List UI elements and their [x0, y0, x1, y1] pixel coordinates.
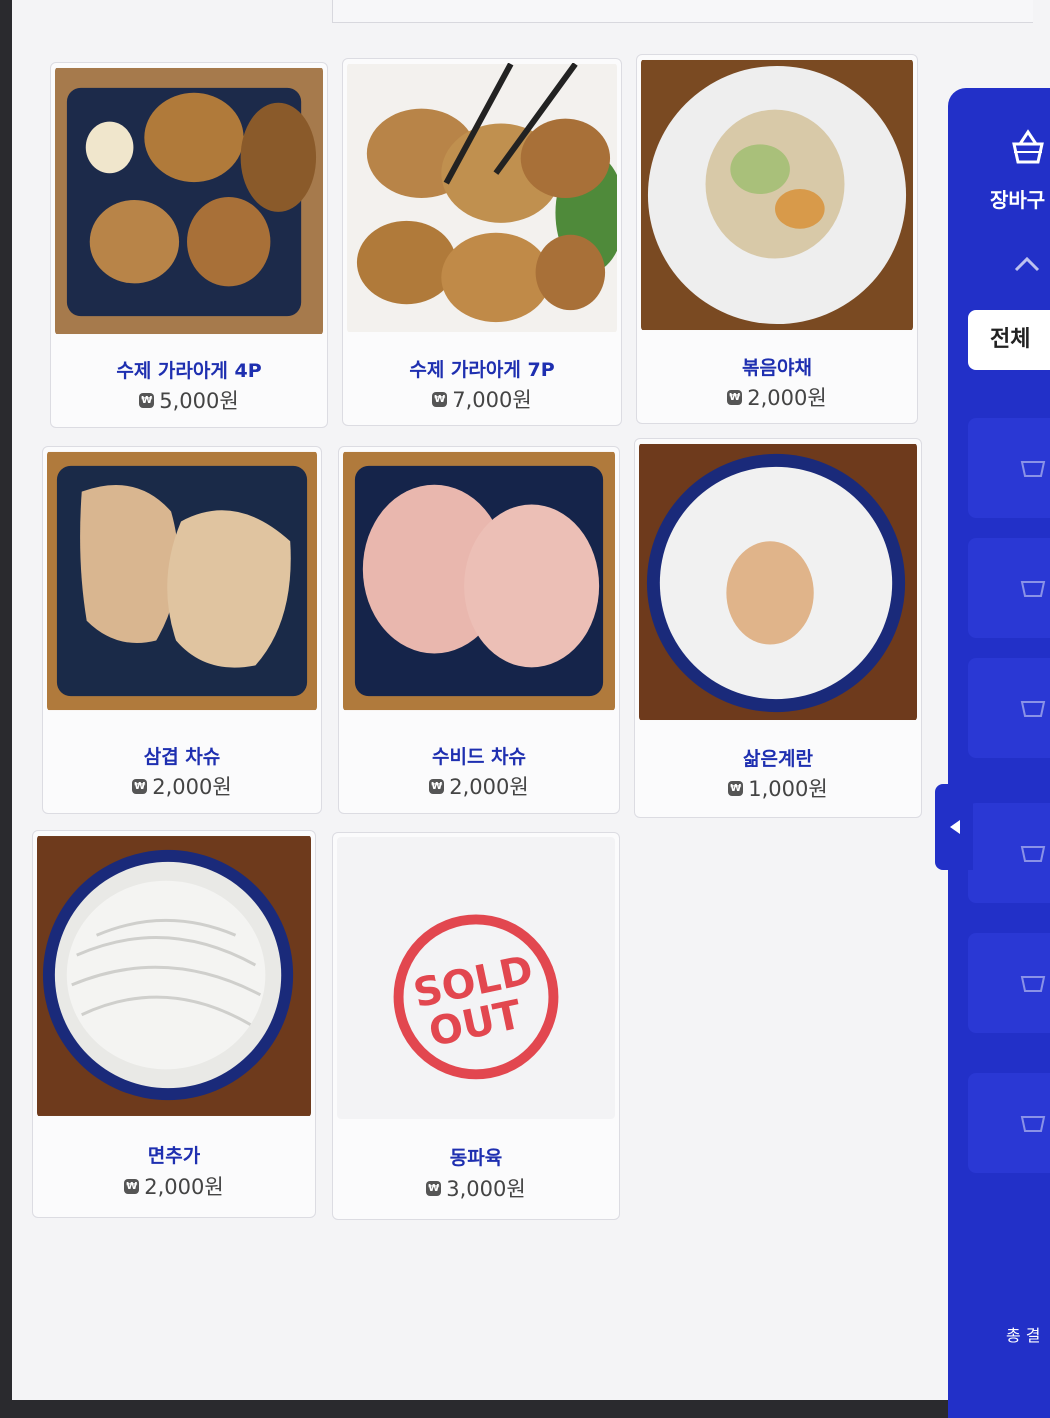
menu-item-photo	[347, 63, 617, 333]
menu-item-photo	[639, 443, 917, 721]
won-icon: ₩	[728, 780, 744, 796]
menu-item-photo	[55, 67, 323, 335]
menu-item-price-text: 2,000원	[152, 775, 232, 799]
menu-item-photo	[37, 835, 311, 1117]
total-amount-label: 총 결	[1006, 1326, 1041, 1345]
menu-item-extra-noodles[interactable]: 면추가 ₩ 2,000원	[32, 830, 316, 1218]
menu-item-price-text: 3,000원	[446, 1177, 526, 1201]
basket-placeholder-icon	[1020, 846, 1046, 862]
won-icon: ₩	[432, 391, 448, 407]
won-icon: ₩	[139, 392, 155, 408]
cart-slot[interactable]	[968, 1073, 1050, 1173]
basket-placeholder-icon	[1020, 701, 1046, 717]
menu-item-name: 면추가	[147, 1145, 201, 1167]
boiled-egg-image	[639, 443, 917, 721]
chevron-up-icon[interactable]	[1014, 256, 1040, 272]
menu-item-price: ₩ 2,000원	[339, 771, 619, 801]
menu-item-price: ₩ 2,000원	[637, 382, 917, 412]
menu-item-name: 수제 가라아게 7P	[409, 359, 555, 381]
basket-placeholder-icon	[1020, 976, 1046, 992]
menu-item-price-text: 2,000원	[144, 1175, 224, 1199]
menu-item-name: 수비드 차슈	[431, 746, 526, 768]
sold-out-stamp-icon: SOLD OUT	[393, 914, 559, 1080]
menu-item-name: 수제 가라아게 4P	[116, 360, 262, 382]
cart-slot[interactable]	[968, 933, 1050, 1033]
cart-slot[interactable]	[968, 658, 1050, 758]
basket-placeholder-icon	[1020, 461, 1046, 477]
won-icon: ₩	[132, 778, 148, 794]
cart-slot[interactable]	[968, 418, 1050, 518]
menu-item-pork-belly-chashu[interactable]: 삼겹 차슈 ₩ 2,000원	[42, 446, 322, 814]
menu-item-karaage-7p[interactable]: 수제 가라아게 7P ₩ 7,000원	[342, 58, 622, 426]
cart-side-panel: 장바구 전체 총 결	[948, 88, 1050, 1418]
category-all-button[interactable]: 전체	[968, 310, 1050, 370]
karaage-7p-image	[347, 63, 617, 333]
menu-item-karaage-4p[interactable]: 수제 가라아게 4P ₩ 5,000원	[50, 62, 328, 428]
panel-collapse-tab[interactable]	[935, 784, 973, 870]
menu-item-price-text: 1,000원	[748, 777, 828, 801]
basket-placeholder-icon	[1020, 581, 1046, 597]
menu-item-boiled-egg[interactable]: 삶은계란 ₩ 1,000원	[634, 438, 922, 818]
stir-fried-vegetables-image	[641, 59, 913, 331]
cart-slot[interactable]	[968, 538, 1050, 638]
shopping-basket-icon[interactable]	[1008, 128, 1048, 168]
menu-item-name: 삶은계란	[743, 748, 813, 770]
karaage-4p-image	[55, 67, 323, 335]
menu-item-name: 볶음야채	[742, 357, 812, 379]
menu-item-stir-fried-vegetables[interactable]: 볶음야채 ₩ 2,000원	[636, 54, 918, 424]
menu-item-price: ₩ 1,000원	[635, 773, 921, 803]
menu-item-price-text: 5,000원	[159, 389, 239, 413]
menu-item-photo	[343, 451, 615, 711]
extra-noodles-image	[37, 836, 311, 1116]
won-icon: ₩	[124, 1178, 140, 1194]
menu-item-dongpayuk-sold-out[interactable]: SOLD OUT 동파육 ₩ 3,000원	[332, 832, 620, 1220]
menu-item-name: 삼겹 차슈	[143, 746, 221, 768]
won-icon: ₩	[426, 1180, 442, 1196]
kiosk-screen: 수제 가라아게 4P ₩ 5,000원 수제 가라아게 7P ₩ 7,000원 …	[12, 0, 1050, 1400]
menu-item-sous-vide-chashu[interactable]: 수비드 차슈 ₩ 2,000원	[338, 446, 620, 814]
cart-label: 장바구	[990, 188, 1046, 212]
pork-belly-chashu-image	[47, 451, 317, 711]
cart-slot[interactable]	[968, 803, 1050, 903]
basket-placeholder-icon	[1020, 1116, 1046, 1132]
chevron-left-icon	[950, 820, 960, 834]
menu-item-photo	[47, 451, 317, 711]
menu-item-photo	[641, 59, 913, 331]
menu-item-price: ₩ 7,000원	[343, 384, 621, 414]
sous-vide-chashu-image	[343, 451, 615, 711]
menu-item-price-text: 2,000원	[449, 775, 529, 799]
menu-item-price: ₩ 2,000원	[33, 1171, 315, 1201]
menu-item-price: ₩ 5,000원	[51, 385, 327, 415]
menu-item-price: ₩ 3,000원	[333, 1173, 619, 1203]
won-icon: ₩	[727, 389, 743, 405]
menu-item-photo: SOLD OUT	[337, 837, 615, 1119]
won-icon: ₩	[429, 778, 445, 794]
top-tab-strip	[332, 0, 1033, 23]
menu-item-price-text: 7,000원	[452, 388, 532, 412]
menu-item-price: ₩ 2,000원	[43, 771, 321, 801]
menu-item-name: 동파육	[449, 1147, 503, 1169]
menu-item-price-text: 2,000원	[747, 386, 827, 410]
